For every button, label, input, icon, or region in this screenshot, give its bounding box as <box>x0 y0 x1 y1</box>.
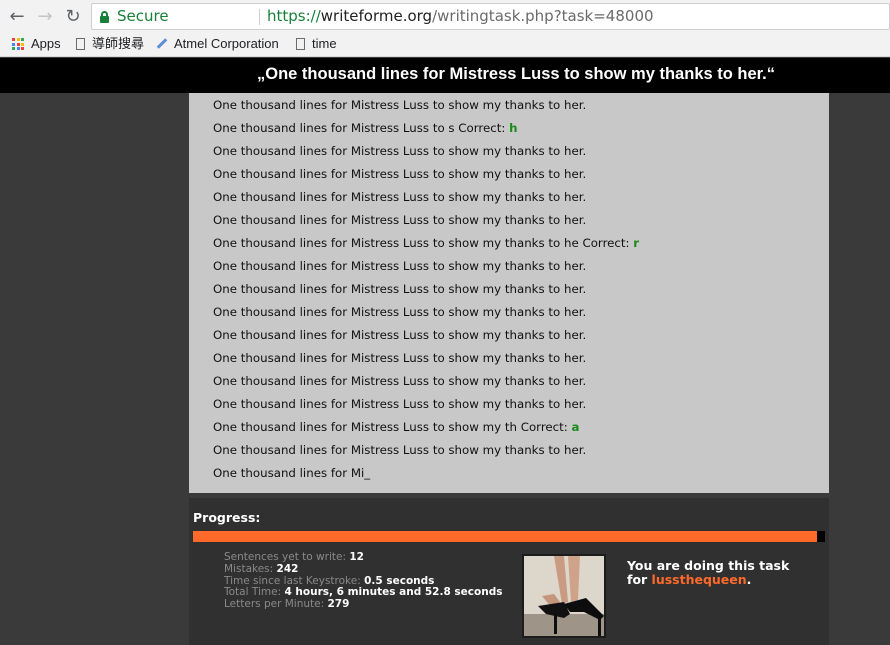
arrow-right-icon[interactable]: → <box>34 6 56 28</box>
lock-icon <box>100 11 109 23</box>
bookmark-atmel[interactable]: Atmel Corporation <box>156 33 279 56</box>
line-text: One thousand lines for Mistress Luss to … <box>213 98 587 112</box>
line-text: One thousand lines for Mistress Luss to … <box>213 282 587 296</box>
correct-letter: h <box>509 121 518 135</box>
bookmark-label: 導師搜尋 <box>92 36 145 51</box>
written-line: One thousand lines for Mi_ <box>213 465 370 481</box>
stat-value: 4 hours, 6 minutes and 52.8 seconds <box>284 586 503 599</box>
written-line: One thousand lines for Mistress Luss to … <box>213 419 579 435</box>
line-text: One thousand lines for Mistress Luss to … <box>213 259 587 273</box>
status-panel: Progress: Sentences yet to write: 12 Mis… <box>189 498 829 645</box>
written-line: One thousand lines for Mistress Luss to … <box>213 120 518 136</box>
task-banner: „One thousand lines for Mistress Luss to… <box>0 58 890 93</box>
written-line: One thousand lines for Mistress Luss to … <box>213 189 586 205</box>
bookmark-time[interactable]: time <box>296 33 337 56</box>
page-icon <box>76 38 85 50</box>
page-icon <box>296 38 305 50</box>
correct-letter: r <box>633 236 640 250</box>
stat-letters-per-minute: Letters per Minute: 279 <box>224 598 502 611</box>
owner-line-2: for lussthequeen. <box>627 573 789 587</box>
stat-label: Total Time: <box>224 586 282 599</box>
bookmark-label: Atmel Corporation <box>174 36 279 51</box>
secure-label: Secure <box>117 7 169 25</box>
line-text: One thousand lines for Mistress Luss to … <box>213 328 587 342</box>
arrow-left-icon[interactable]: ← <box>6 6 28 28</box>
browser-toolbar: ← → ↻ Secure https://writeforme.org/writ… <box>0 0 890 33</box>
line-text: One thousand lines for Mistress Luss to … <box>213 420 572 434</box>
line-text: One thousand lines for Mistress Luss to … <box>213 443 587 457</box>
stat-label: Time since last Keystroke: <box>224 574 361 587</box>
written-line: One thousand lines for Mistress Luss to … <box>213 350 586 366</box>
apps-grid-icon <box>12 38 24 50</box>
progress-bar <box>193 531 825 542</box>
written-line: One thousand lines for Mistress Luss to … <box>213 258 586 274</box>
line-text: One thousand lines for Mistress Luss to … <box>213 351 587 365</box>
written-line: One thousand lines for Mistress Luss to … <box>213 212 586 228</box>
written-line: One thousand lines for Mistress Luss to … <box>213 166 586 182</box>
stat-label: Mistakes: <box>224 562 274 575</box>
task-stats: Sentences yet to write: 12 Mistakes: 242… <box>224 551 503 611</box>
line-text: One thousand lines for Mistress Luss to … <box>213 167 587 181</box>
written-line: One thousand lines for Mistress Luss to … <box>213 396 586 412</box>
bookmark-label: Apps <box>31 36 61 51</box>
line-text: One thousand lines for Mistress Luss to … <box>213 305 587 319</box>
line-text: One thousand lines for Mistress Luss to … <box>213 374 587 388</box>
line-text: One thousand lines for Mi_ <box>213 466 371 480</box>
writing-area[interactable]: One thousand lines for Mistress Luss to … <box>189 93 829 493</box>
url-path: /writingtask.php?task=48000 <box>432 7 654 25</box>
progress-label: Progress: <box>193 510 261 525</box>
bookmark-apps[interactable]: Apps <box>0 33 70 56</box>
owner-photo[interactable] <box>522 554 606 638</box>
correct-letter: a <box>571 420 580 434</box>
owner-suffix: . <box>746 572 752 587</box>
written-line: One thousand lines for Mistress Luss to … <box>213 373 586 389</box>
stat-value: 0.5 seconds <box>364 574 435 587</box>
written-line: One thousand lines for Mistress Luss to … <box>213 327 586 343</box>
bookmark-label: time <box>312 36 337 51</box>
stat-value: 279 <box>327 598 350 611</box>
written-line: One thousand lines for Mistress Luss to … <box>213 442 586 458</box>
task-owner-note: You are doing this task for lussthequeen… <box>627 559 789 587</box>
line-text: One thousand lines for Mistress Luss to … <box>213 190 587 204</box>
legs-heels-image <box>524 556 604 636</box>
address-bar[interactable]: Secure https://writeforme.org/writingtas… <box>91 3 890 30</box>
line-text: One thousand lines for Mistress Luss to … <box>213 397 587 411</box>
written-line: One thousand lines for Mistress Luss to … <box>213 97 586 113</box>
url-host: writeforme.org <box>320 7 433 25</box>
task-title: „One thousand lines for Mistress Luss to… <box>257 65 776 83</box>
written-line: One thousand lines for Mistress Luss to … <box>213 281 586 297</box>
url-scheme: https:// <box>267 7 321 25</box>
bookmarks-bar: Apps 導師搜尋 Atmel Corporation time <box>0 33 890 57</box>
stat-value: 12 <box>349 551 364 563</box>
written-line: One thousand lines for Mistress Luss to … <box>213 143 586 159</box>
owner-line-1: You are doing this task <box>627 558 790 573</box>
bookmark-tutor-search[interactable]: 導師搜尋 <box>76 33 144 56</box>
pen-icon <box>156 38 168 49</box>
progress-bar-fill <box>193 531 818 542</box>
owner-username-link[interactable]: lussthequeen <box>652 572 747 587</box>
line-text: One thousand lines for Mistress Luss to … <box>213 121 510 135</box>
url-text: https://writeforme.org/writingtask.php?t… <box>267 4 654 29</box>
stat-label: Sentences yet to write: <box>224 551 346 563</box>
reload-icon[interactable]: ↻ <box>62 6 84 28</box>
line-text: One thousand lines for Mistress Luss to … <box>213 213 587 227</box>
written-line: One thousand lines for Mistress Luss to … <box>213 304 586 320</box>
owner-prefix: for <box>627 572 652 587</box>
written-line: One thousand lines for Mistress Luss to … <box>213 235 639 251</box>
omnibox-divider <box>259 9 260 25</box>
line-text: One thousand lines for Mistress Luss to … <box>213 144 587 158</box>
line-text: One thousand lines for Mistress Luss to … <box>213 236 634 250</box>
stat-value: 242 <box>276 562 299 575</box>
stat-label: Letters per Minute: <box>224 598 325 611</box>
